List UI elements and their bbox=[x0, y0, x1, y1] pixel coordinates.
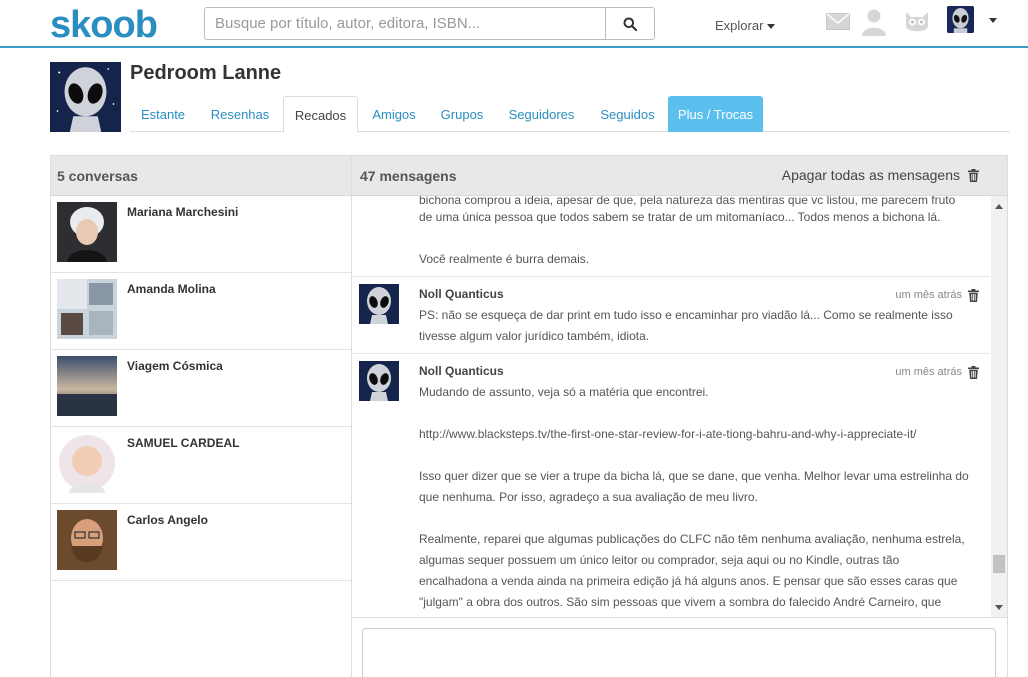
alien-avatar-icon bbox=[359, 284, 399, 324]
conversation-name: Carlos Angelo bbox=[127, 513, 208, 527]
conversation-item[interactable]: Carlos Angelo bbox=[51, 504, 351, 581]
message-author-avatar[interactable] bbox=[359, 361, 399, 401]
message-thread: bichona comprou a ideia, apesar de que, … bbox=[352, 196, 992, 617]
conversation-name: SAMUEL CARDEAL bbox=[127, 436, 240, 450]
delete-all-messages-button[interactable]: Apagar todas as mensagens bbox=[782, 167, 979, 183]
alien-avatar-icon bbox=[50, 62, 121, 132]
reply-area bbox=[352, 617, 1007, 677]
alien-avatar-icon bbox=[359, 361, 399, 401]
panel-header: 5 conversas 47 mensagens Apagar todas as… bbox=[51, 156, 1007, 196]
conversation-name: Mariana Marchesini bbox=[127, 205, 239, 219]
top-navbar: skoob Explorar bbox=[0, 0, 1028, 48]
conversation-list: Mariana Marchesini Amanda Molina Viagem … bbox=[51, 196, 351, 581]
tab-plus-trocas[interactable]: Plus / Trocas bbox=[668, 96, 763, 132]
reply-textarea[interactable] bbox=[362, 628, 996, 677]
conversation-name: Amanda Molina bbox=[127, 282, 216, 296]
explore-menu[interactable]: Explorar bbox=[715, 18, 776, 33]
message-timestamp: um mês atrás bbox=[895, 366, 962, 378]
scroll-down-arrow-icon[interactable] bbox=[991, 599, 1007, 615]
message-text-line: Você realmente é burra demais. bbox=[419, 252, 590, 266]
baby-photo-icon bbox=[57, 433, 117, 493]
skoob-logo[interactable]: skoob bbox=[50, 4, 158, 47]
thread-scrollbar[interactable] bbox=[991, 196, 1007, 617]
message-separator bbox=[352, 353, 990, 354]
tab-resenhas[interactable]: Resenhas bbox=[198, 96, 282, 132]
message-text-line: encalhadona a venda ainda na primeira ed… bbox=[419, 574, 958, 588]
user-icon[interactable] bbox=[860, 8, 888, 36]
user-menu-chevron-icon[interactable] bbox=[989, 18, 997, 23]
person-photo-icon bbox=[57, 510, 117, 570]
message-text-line: bichona comprou a ideia, apesar de que, … bbox=[419, 196, 956, 207]
message-timestamp: um mês atrás bbox=[895, 289, 962, 301]
conversation-name: Viagem Cósmica bbox=[127, 359, 223, 373]
landscape-photo-icon bbox=[57, 356, 117, 416]
trash-icon bbox=[968, 168, 979, 182]
message-text-line: PS: não se esqueça de dar print em tudo … bbox=[419, 308, 953, 322]
search-box bbox=[204, 7, 655, 40]
explore-label: Explorar bbox=[715, 18, 764, 33]
user-avatar[interactable] bbox=[947, 6, 974, 33]
message-text-line: de uma única pessoa que todos sabem se t… bbox=[419, 210, 941, 224]
conversation-item[interactable]: Mariana Marchesini bbox=[51, 196, 351, 273]
message-separator bbox=[352, 276, 990, 277]
profile-name: Pedroom Lanne bbox=[130, 62, 282, 84]
profile-tabs: Estante Resenhas Recados Amigos Grupos S… bbox=[130, 96, 1010, 133]
conversation-avatar bbox=[57, 356, 117, 416]
search-button[interactable] bbox=[605, 8, 654, 39]
scroll-up-arrow-icon[interactable] bbox=[991, 198, 1007, 214]
tab-seguidores[interactable]: Seguidores bbox=[496, 96, 587, 132]
message-text-line: que nenhuma. Por isso, agradeço a sua av… bbox=[419, 490, 758, 504]
message-text-line: "julgam" a obra dos outros. São sim pess… bbox=[419, 595, 942, 609]
scrollbar-thumb[interactable] bbox=[993, 555, 1005, 573]
message-text-line: tivesse algum valor jurídico também, idi… bbox=[419, 329, 650, 343]
person-photo-icon bbox=[57, 202, 117, 262]
messages-count: 47 mensagens bbox=[360, 168, 457, 184]
mail-icon[interactable] bbox=[826, 13, 850, 30]
profile-avatar bbox=[50, 62, 121, 132]
tab-estante[interactable]: Estante bbox=[130, 96, 196, 132]
tab-seguidos[interactable]: Seguidos bbox=[589, 96, 666, 132]
search-input[interactable] bbox=[205, 8, 605, 39]
conversation-item[interactable]: Amanda Molina bbox=[51, 273, 351, 350]
person-photo-icon bbox=[57, 279, 117, 339]
tab-amigos[interactable]: Amigos bbox=[359, 96, 429, 132]
message-author[interactable]: Noll Quanticus bbox=[419, 287, 504, 301]
conversation-avatar bbox=[57, 433, 117, 493]
conversation-avatar bbox=[57, 279, 117, 339]
message-text-line: Mudando de assunto, veja só a matéria qu… bbox=[419, 385, 709, 399]
conversation-avatar bbox=[57, 510, 117, 570]
tab-recados[interactable]: Recados bbox=[283, 96, 358, 133]
message-text-line: algumas sequer possuem um único leitor o… bbox=[419, 553, 900, 567]
conversations-count: 5 conversas bbox=[57, 168, 138, 184]
search-icon bbox=[623, 17, 637, 31]
message-author[interactable]: Noll Quanticus bbox=[419, 364, 504, 378]
message-text-line: Isso quer dizer que se vier a trupe da b… bbox=[419, 469, 969, 483]
alien-avatar-icon bbox=[947, 6, 974, 33]
message-text-line: Realmente, reparei que algumas publicaçõ… bbox=[419, 532, 965, 546]
tab-grupos[interactable]: Grupos bbox=[430, 96, 494, 132]
conversation-avatar bbox=[57, 202, 117, 262]
conversation-item[interactable]: SAMUEL CARDEAL bbox=[51, 427, 351, 504]
messages-panel: 5 conversas 47 mensagens Apagar todas as… bbox=[50, 155, 1008, 677]
owl-icon[interactable] bbox=[903, 8, 931, 36]
message-author-avatar[interactable] bbox=[359, 284, 399, 324]
trash-icon[interactable] bbox=[968, 289, 979, 302]
message-link[interactable]: http://www.blacksteps.tv/the-first-one-s… bbox=[419, 427, 917, 441]
chevron-down-icon bbox=[767, 24, 776, 30]
conversation-item[interactable]: Viagem Cósmica bbox=[51, 350, 351, 427]
trash-icon[interactable] bbox=[968, 366, 979, 379]
delete-all-label: Apagar todas as mensagens bbox=[781, 167, 960, 183]
